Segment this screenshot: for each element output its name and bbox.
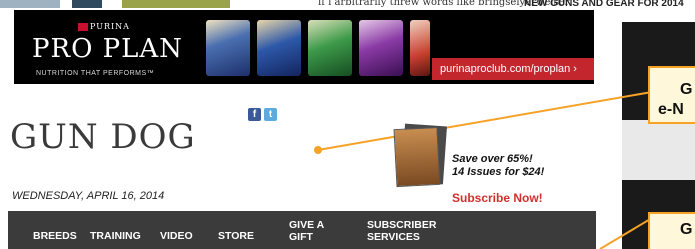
ad-tagline: NUTRITION THAT PERFORMS™ [36, 70, 155, 77]
product-bag-image [410, 20, 430, 76]
site-logo[interactable]: GUN DOG [10, 117, 196, 157]
checkerboard-icon [78, 22, 88, 31]
promo-text: 14 Issues for $24! [452, 166, 545, 178]
callout-text: G [680, 221, 693, 238]
social-links: f t [248, 108, 277, 121]
sidebar-light-panel [622, 120, 695, 180]
annotation-callout: G [648, 212, 695, 249]
subscribe-link[interactable]: Subscribe Now! [452, 191, 543, 205]
nav-item-subscriber-services[interactable]: SUBSCRIBER SERVICES [367, 219, 436, 243]
current-date: WEDNESDAY, APRIL 16, 2014 [12, 190, 165, 202]
proplan-text: PRO PLAN [32, 34, 183, 64]
callout-text: G [680, 81, 693, 98]
nav-item-store[interactable]: STORE [218, 230, 254, 242]
nav-item-training[interactable]: TRAINING [90, 230, 141, 242]
callout-text: e-N [658, 101, 684, 118]
proplan-logo: PRO PLAN [32, 34, 183, 64]
nav-item-give-a-gift[interactable]: GIVE A GIFT [289, 219, 324, 243]
thumbnail-image[interactable] [72, 0, 102, 8]
nav-item-breeds[interactable]: BREEDS [33, 230, 77, 242]
product-bag-image [206, 20, 250, 76]
nav-item-label: GIVE A [289, 219, 325, 231]
product-bag-image [359, 20, 403, 76]
nav-item-label: GIFT [289, 231, 313, 243]
twitter-icon[interactable]: t [264, 108, 277, 121]
main-nav: BREEDS TRAINING VIDEO STORE GIVE A GIFT … [8, 211, 596, 249]
ad-cta-link[interactable]: purinaproclub.com/proplan › [432, 58, 594, 80]
ad-logo: PURINA PRO PLAN NUTRITION THAT PERFORMS™ [32, 20, 192, 77]
purina-brand: PURINA [90, 22, 130, 31]
callout-anchor-dot [314, 146, 322, 154]
facebook-icon[interactable]: f [248, 108, 261, 121]
thumbnail-image[interactable] [0, 0, 60, 8]
purina-badge: PURINA [78, 22, 130, 31]
callout-leader-line [317, 91, 653, 151]
product-bag-image [257, 20, 301, 76]
product-bag-image [308, 20, 352, 76]
thumbnail-image[interactable] [122, 0, 230, 8]
section-headline[interactable]: NEW GUNS AND GEAR FOR 2014 [524, 0, 684, 9]
annotation-callout: G e-N [648, 66, 695, 124]
ad-banner[interactable]: PURINA PRO PLAN NUTRITION THAT PERFORMS™… [14, 10, 594, 84]
site-logo-text: GUN DOG [10, 117, 196, 157]
promo-text: Save over 65%! [452, 153, 533, 165]
nav-item-video[interactable]: VIDEO [160, 230, 193, 242]
magazine-cover-image[interactable] [393, 126, 441, 188]
nav-item-label: SUBSCRIBER [367, 219, 437, 231]
nav-item-label: SERVICES [367, 231, 420, 243]
